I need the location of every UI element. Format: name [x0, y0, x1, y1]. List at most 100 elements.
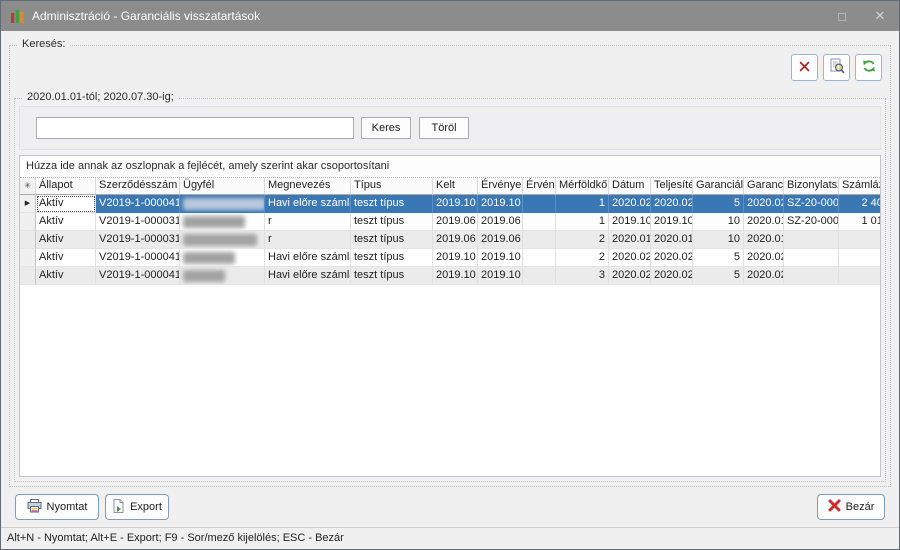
cell-megnevezes[interactable]: Havi előre számlázás	[265, 249, 351, 267]
cell-teljesites[interactable]: 2020.02	[651, 195, 693, 213]
cell-ugyfel[interactable]	[180, 213, 265, 231]
grid-row[interactable]: AktívV2019-1-000031rteszt típus2019.0620…	[20, 231, 880, 249]
cell-merfoldko[interactable]: 1	[556, 195, 609, 213]
cell-ervenyes2[interactable]	[523, 231, 556, 249]
cell-datum[interactable]: 2019.10	[609, 213, 651, 231]
column-header-ugyfel[interactable]: Ügyfél	[180, 178, 265, 195]
cell-garancia[interactable]: 2020.02	[744, 249, 784, 267]
column-header-megnevezes[interactable]: Megnevezés	[265, 178, 351, 195]
column-header-kelt[interactable]: Kelt	[433, 178, 478, 195]
clear-search-button[interactable]	[791, 54, 818, 81]
cell-ugyfel[interactable]	[180, 249, 265, 267]
cell-allapot[interactable]: Aktív	[36, 249, 96, 267]
grid-row[interactable]: AktívV2019-1-000041Havi előre számlázást…	[20, 249, 880, 267]
cell-allapot[interactable]: Aktív	[36, 231, 96, 249]
cell-megnevezes[interactable]: r	[265, 231, 351, 249]
column-header-tipus[interactable]: Típus	[351, 178, 433, 195]
cell-ugyfel[interactable]	[180, 231, 265, 249]
torol-button[interactable]: Töröl	[419, 117, 469, 139]
cell-kelt[interactable]: 2019.10	[433, 267, 478, 285]
cell-allapot[interactable]: Aktív	[36, 267, 96, 285]
cell-garancialis[interactable]: 10	[693, 213, 744, 231]
cell-bizonylatszam[interactable]	[784, 231, 839, 249]
cell-szamlazott[interactable]: 0	[839, 249, 881, 267]
cell-allapot[interactable]: Aktív	[36, 213, 96, 231]
column-header-ervenyes2[interactable]: Érvénye	[523, 178, 556, 195]
cell-bizonylatszam[interactable]	[784, 267, 839, 285]
cell-ervenyes1[interactable]: 2019.10	[478, 249, 523, 267]
cell-datum[interactable]: 2020.02	[609, 249, 651, 267]
cell-megnevezes[interactable]: r	[265, 213, 351, 231]
preview-button[interactable]	[823, 54, 850, 81]
cell-ervenyes2[interactable]	[523, 213, 556, 231]
column-header-szamlazott[interactable]: Számlázott	[839, 178, 881, 195]
cell-szerzodesszam[interactable]: V2019-1-000041	[96, 267, 180, 285]
search-input[interactable]	[36, 117, 354, 139]
cell-garancia[interactable]: 2020.02	[744, 195, 784, 213]
cell-merfoldko[interactable]: 2	[556, 249, 609, 267]
cell-tipus[interactable]: teszt típus	[351, 267, 433, 285]
column-header-szerzodesszam[interactable]: Szerződésszám	[96, 178, 180, 195]
titlebar[interactable]: Adminisztráció - Garanciális visszatartá…	[1, 1, 899, 31]
cell-datum[interactable]: 2020.01	[609, 231, 651, 249]
cell-merfoldko[interactable]: 3	[556, 267, 609, 285]
cell-garancialis[interactable]: 5	[693, 249, 744, 267]
cell-ugyfel[interactable]	[180, 267, 265, 285]
refresh-button[interactable]	[855, 54, 882, 81]
cell-garancialis[interactable]: 5	[693, 195, 744, 213]
cell-bizonylatszam[interactable]	[784, 249, 839, 267]
cell-teljesites[interactable]: 2020.02	[651, 267, 693, 285]
cell-garancia[interactable]: 2020.01	[744, 231, 784, 249]
column-header-teljesites[interactable]: Teljesíté	[651, 178, 693, 195]
cell-garancialis[interactable]: 10	[693, 231, 744, 249]
cell-datum[interactable]: 2020.02	[609, 195, 651, 213]
cell-szerzodesszam[interactable]: V2019-1-000031	[96, 231, 180, 249]
grid-row[interactable]: AktívV2019-1-000031rteszt típus2019.0620…	[20, 213, 880, 231]
cell-szamlazott[interactable]: 0	[839, 231, 881, 249]
cell-ervenyes1[interactable]: 2019.10	[478, 195, 523, 213]
column-header-bizonylatszam[interactable]: Bizonylatsz	[784, 178, 839, 195]
cell-ervenyes1[interactable]: 2019.06	[478, 213, 523, 231]
cell-teljesites[interactable]: 2019.10	[651, 213, 693, 231]
cell-teljesites[interactable]: 2020.02	[651, 249, 693, 267]
cell-tipus[interactable]: teszt típus	[351, 231, 433, 249]
column-header-garancialis[interactable]: Garanciális	[693, 178, 744, 195]
cell-merfoldko[interactable]: 1	[556, 213, 609, 231]
cell-megnevezes[interactable]: Havi előre számlázás	[265, 195, 351, 213]
nyomtat-button[interactable]: Nyomtat	[15, 494, 99, 520]
cell-garancia[interactable]: 2020.01	[744, 213, 784, 231]
cell-ervenyes1[interactable]: 2019.10	[478, 267, 523, 285]
cell-tipus[interactable]: teszt típus	[351, 195, 433, 213]
cell-garancia[interactable]: 2020.02	[744, 267, 784, 285]
keres-button[interactable]: Keres	[361, 117, 411, 139]
cell-szamlazott[interactable]: 0	[839, 267, 881, 285]
cell-kelt[interactable]: 2019.10	[433, 195, 478, 213]
cell-ervenyes2[interactable]	[523, 195, 556, 213]
export-button[interactable]: Export	[105, 494, 169, 520]
cell-ugyfel[interactable]	[180, 195, 265, 213]
cell-szamlazott[interactable]: 1 016	[839, 213, 881, 231]
cell-megnevezes[interactable]: Havi előre számlázás	[265, 267, 351, 285]
cell-garancialis[interactable]: 5	[693, 267, 744, 285]
cell-kelt[interactable]: 2019.10	[433, 249, 478, 267]
grid-row[interactable]: AktívV2019-1-000041 Havi előre számlázást…	[20, 267, 880, 285]
cell-ervenyes2[interactable]	[523, 267, 556, 285]
maximize-icon[interactable]: □	[823, 1, 861, 31]
column-header-allapot[interactable]: Állapot	[36, 178, 96, 195]
cell-teljesites[interactable]: 2020.01	[651, 231, 693, 249]
cell-kelt[interactable]: 2019.06	[433, 213, 478, 231]
column-header-ervenyes1[interactable]: Érvénye:	[478, 178, 523, 195]
grid-group-panel[interactable]: Húzza ide annak az oszlopnak a fejlécét,…	[20, 156, 880, 178]
cell-datum[interactable]: 2020.02	[609, 267, 651, 285]
cell-allapot[interactable]: Aktív	[36, 195, 96, 213]
column-header-datum[interactable]: Dátum	[609, 178, 651, 195]
column-header-merfoldko[interactable]: Mérföldkő :	[556, 178, 609, 195]
cell-ervenyes1[interactable]: 2019.06	[478, 231, 523, 249]
cell-szamlazott[interactable]: 2 400	[839, 195, 881, 213]
cell-kelt[interactable]: 2019.06	[433, 231, 478, 249]
cell-szerzodesszam[interactable]: V2019-1-000041	[96, 195, 180, 213]
cell-tipus[interactable]: teszt típus	[351, 213, 433, 231]
grid-row[interactable]: ▶AktívV2019-1-000041Havi előre számlázás…	[20, 195, 880, 213]
cell-szerzodesszam[interactable]: V2019-1-000031	[96, 213, 180, 231]
cell-merfoldko[interactable]: 2	[556, 231, 609, 249]
